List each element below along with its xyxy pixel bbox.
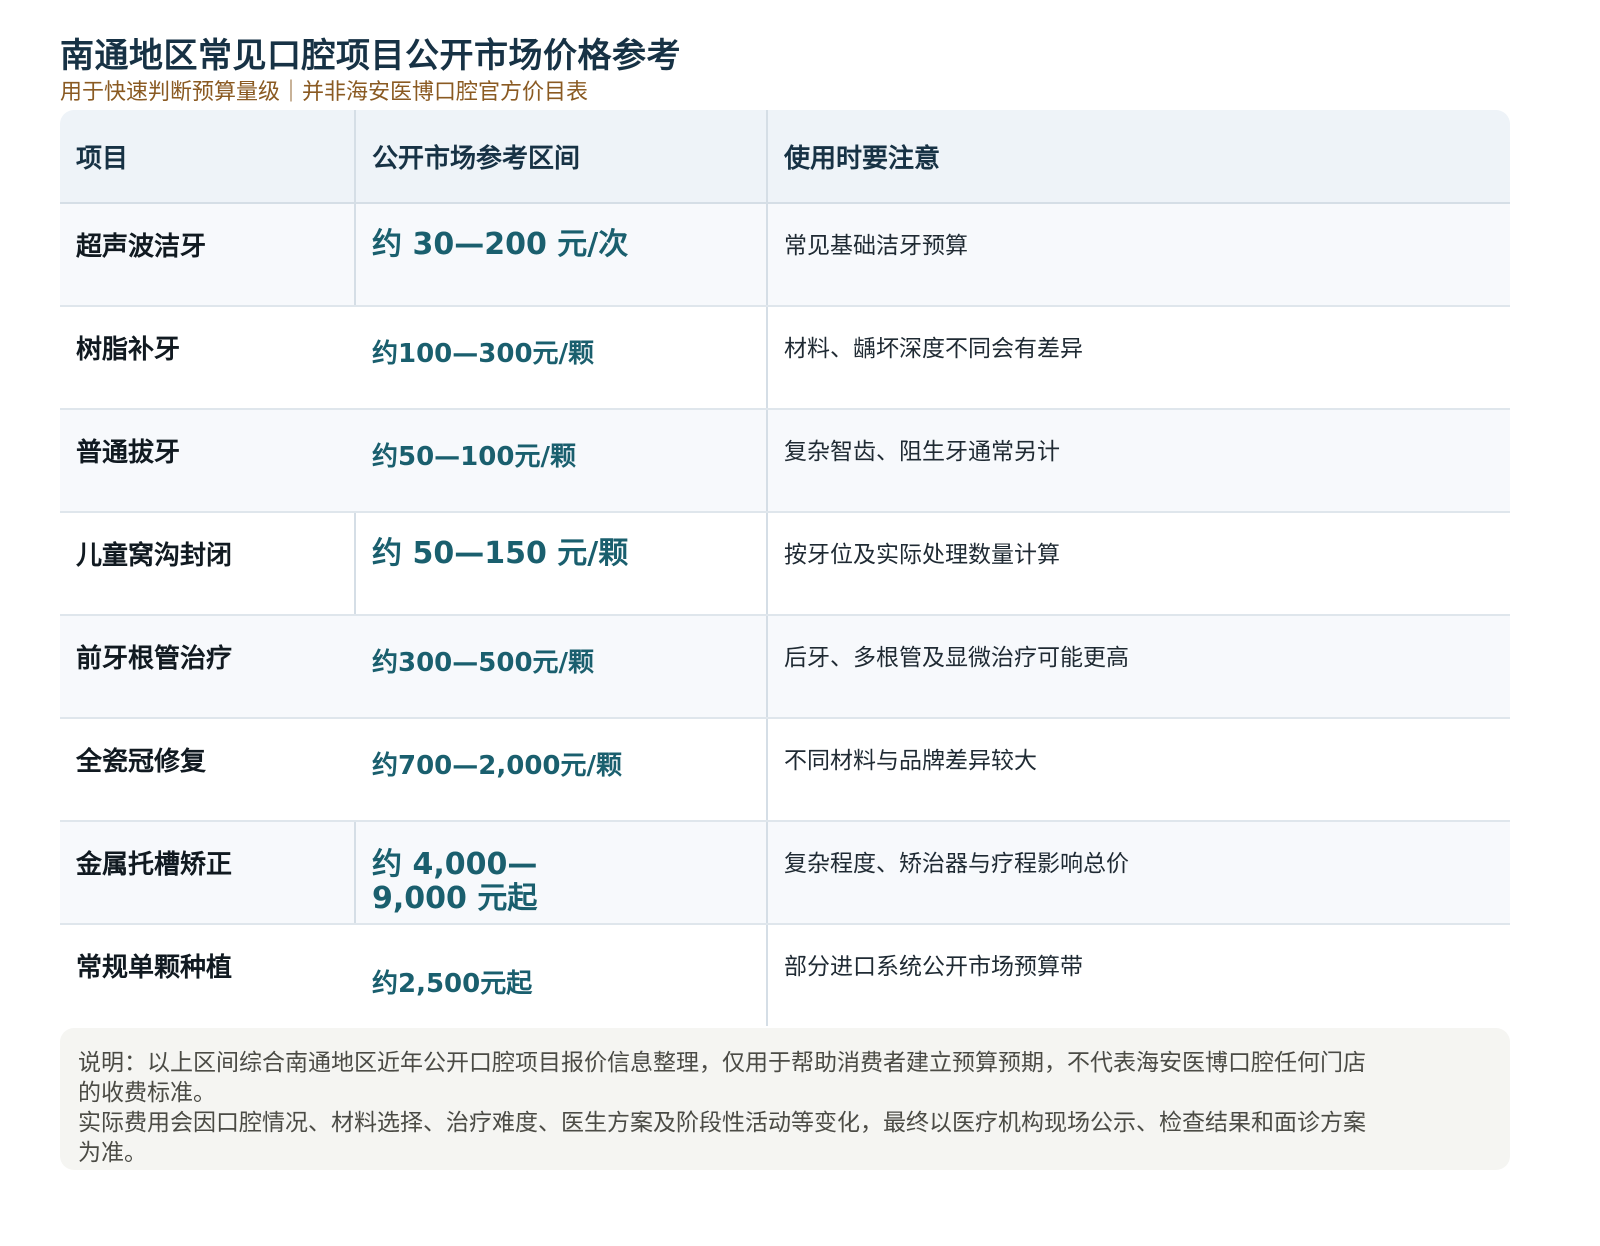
table-row: 前牙根管治疗 约300—500元/颗 后牙、多根管及显微治疗可能更高 — [60, 616, 1510, 719]
header-price-range: 公开市场参考区间 — [354, 110, 766, 202]
item-name: 儿童窝沟封闭 — [76, 541, 233, 571]
item-name: 全瓷冠修复 — [76, 747, 207, 777]
item-name: 金属托槽矫正 — [76, 850, 233, 880]
table-header: 项目 公开市场参考区间 使用时要注意 — [60, 110, 1510, 204]
table-row: 儿童窝沟封闭 约 50—150 元/颗 按牙位及实际处理数量计算 — [60, 513, 1510, 616]
price-range: 约 50—150 元/颗 — [354, 513, 766, 614]
usage-note: 后牙、多根管及显微治疗可能更高 — [766, 616, 1510, 717]
page-subtitle: 用于快速判断预算量级｜并非海安医博口腔官方价目表 — [60, 80, 589, 105]
item-name: 普通拔牙 — [76, 438, 181, 468]
price-table: 项目 公开市场参考区间 使用时要注意 超声波洁牙 约 30—200 元/次 常见… — [60, 110, 1510, 1026]
usage-note: 常见基础洁牙预算 — [766, 204, 1510, 305]
price-range: 约100—300元/颗 — [372, 339, 595, 369]
price-range: 约50—100元/颗 — [372, 442, 576, 472]
item-name: 超声波洁牙 — [76, 232, 207, 262]
table-row: 普通拔牙 约50—100元/颗 复杂智齿、阻生牙通常另计 — [60, 410, 1510, 513]
item-name: 树脂补牙 — [76, 335, 181, 365]
disclaimer-line-1: 说明：以上区间综合南通地区近年公开口腔项目报价信息整理，仅用于帮助消费者建立预算… — [78, 1050, 1366, 1106]
header-item: 项目 — [76, 143, 129, 174]
item-name: 前牙根管治疗 — [76, 644, 233, 674]
table-row: 金属托槽矫正 约 4,000—9,000 元起 复杂程度、矫治器与疗程影响总价 — [60, 822, 1510, 925]
usage-note: 复杂智齿、阻生牙通常另计 — [766, 410, 1510, 511]
usage-note: 部分进口系统公开市场预算带 — [766, 925, 1510, 1026]
disclaimer-line-2: 实际费用会因口腔情况、材料选择、治疗难度、医生方案及阶段性活动等变化，最终以医疗… — [78, 1110, 1366, 1166]
table-row: 超声波洁牙 约 30—200 元/次 常见基础洁牙预算 — [60, 204, 1510, 307]
header-notes: 使用时要注意 — [766, 110, 1510, 202]
usage-note: 材料、龋坏深度不同会有差异 — [766, 307, 1510, 408]
price-range: 约700—2,000元/颗 — [372, 751, 623, 781]
price-range: 约2,500元起 — [372, 969, 533, 999]
usage-note: 按牙位及实际处理数量计算 — [766, 513, 1510, 614]
table-row: 常规单颗种植 约2,500元起 部分进口系统公开市场预算带 — [60, 925, 1510, 1026]
disclaimer-note: 说明：以上区间综合南通地区近年公开口腔项目报价信息整理，仅用于帮助消费者建立预算… — [60, 1028, 1510, 1170]
table-row: 全瓷冠修复 约700—2,000元/颗 不同材料与品牌差异较大 — [60, 719, 1510, 822]
price-range: 约300—500元/颗 — [372, 648, 595, 678]
price-range: 约 30—200 元/次 — [354, 204, 766, 305]
usage-note: 不同材料与品牌差异较大 — [766, 719, 1510, 820]
price-range-text: 约 4,000—9,000 元起 — [372, 847, 538, 916]
usage-note: 复杂程度、矫治器与疗程影响总价 — [766, 822, 1510, 923]
table-row: 树脂补牙 约100—300元/颗 材料、龋坏深度不同会有差异 — [60, 307, 1510, 410]
page-title: 南通地区常见口腔项目公开市场价格参考 — [60, 36, 681, 76]
price-range: 约 4,000—9,000 元起 — [354, 822, 766, 923]
item-name: 常规单颗种植 — [76, 953, 233, 983]
